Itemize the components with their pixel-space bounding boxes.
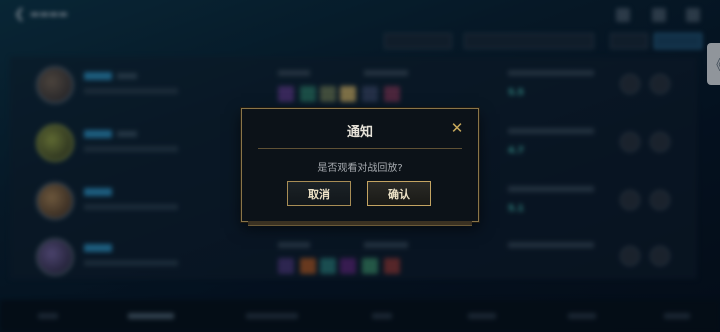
replay-dialog: 通知 ✕ 是否观看对战回放? 取消 确认	[241, 108, 479, 226]
dialog-title: 通知	[346, 125, 373, 140]
cancel-button[interactable]: 取消	[287, 181, 351, 206]
confirm-button[interactable]: 确认	[367, 181, 431, 206]
dialog-divider	[258, 148, 462, 149]
dialog-message: 是否观看对战回放?	[317, 163, 403, 174]
close-icon[interactable]: ✕	[450, 121, 464, 136]
